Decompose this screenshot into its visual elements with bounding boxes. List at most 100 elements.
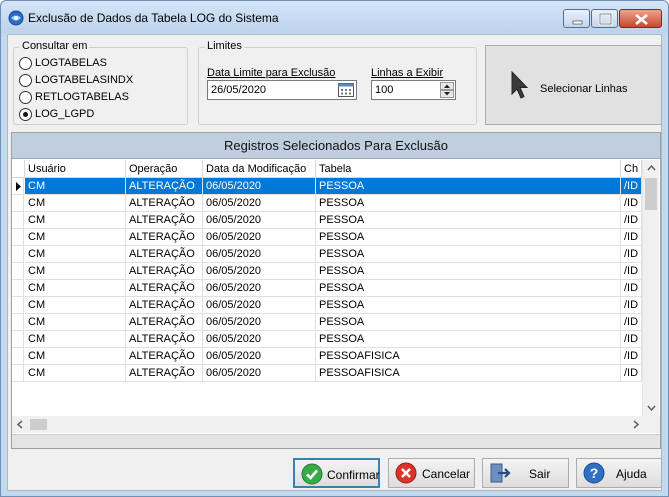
table-cell[interactable]: ALTERAÇÃO (126, 246, 203, 263)
table-cell[interactable]: ALTERAÇÃO (126, 314, 203, 331)
table-cell[interactable]: 06/05/2020 (203, 246, 316, 263)
row-indicator[interactable] (12, 212, 24, 229)
row-indicator[interactable] (12, 195, 24, 212)
radio-circle[interactable] (19, 91, 32, 104)
table-cell[interactable]: ALTERAÇÃO (126, 297, 203, 314)
table-row[interactable]: CM ALTERAÇÃO 06/05/2020 PESSOA/ID (12, 229, 642, 246)
table-cell[interactable]: PESSOAFISICA (316, 348, 621, 365)
table-cell[interactable]: CM (25, 263, 126, 280)
vertical-scrollbar[interactable] (642, 160, 659, 416)
row-indicator[interactable] (12, 263, 24, 280)
table-row[interactable]: CM ALTERAÇÃO 06/05/2020 PESSOA/ID (12, 212, 642, 229)
row-indicator[interactable] (12, 229, 24, 246)
table-cell[interactable]: /ID (621, 178, 642, 195)
scroll-left-icon[interactable] (12, 416, 29, 433)
column-header-operacao[interactable]: Operação (126, 160, 203, 178)
table-cell[interactable]: /ID (621, 314, 642, 331)
cancel-button[interactable]: Cancelar (388, 458, 475, 488)
horizontal-scrollbar[interactable] (12, 416, 660, 433)
table-cell[interactable]: ALTERAÇÃO (126, 212, 203, 229)
radio-circle-checked[interactable] (19, 108, 32, 121)
table-row[interactable]: CM ALTERAÇÃO 06/05/2020 PESSOAFISICA/ID (12, 365, 642, 382)
table-cell[interactable]: ALTERAÇÃO (126, 348, 203, 365)
table-cell[interactable]: /ID (621, 212, 642, 229)
row-indicator[interactable] (12, 178, 24, 195)
confirm-button[interactable]: Confirmar (293, 458, 380, 488)
table-row[interactable]: CM ALTERAÇÃO 06/05/2020 PESSOA/ID (12, 246, 642, 263)
table-cell[interactable]: /ID (621, 229, 642, 246)
minimize-button[interactable] (563, 9, 590, 28)
table-cell[interactable]: CM (25, 297, 126, 314)
table-cell[interactable]: PESSOA (316, 229, 621, 246)
table-row[interactable]: CM ALTERAÇÃO 06/05/2020 PESSOA/ID (12, 195, 642, 212)
column-header-data-modificacao[interactable]: Data da Modificação (203, 160, 316, 178)
spinner-icon[interactable] (440, 82, 454, 98)
table-cell[interactable]: PESSOA (316, 246, 621, 263)
table-cell[interactable]: 06/05/2020 (203, 348, 316, 365)
column-header-ch[interactable]: Ch (621, 160, 642, 178)
table-cell[interactable]: /ID (621, 365, 642, 382)
row-indicator[interactable] (12, 365, 24, 382)
radio-circle[interactable] (19, 57, 32, 70)
table-cell[interactable]: PESSOA (316, 314, 621, 331)
table-cell[interactable]: ALTERAÇÃO (126, 178, 203, 195)
table-cell[interactable]: PESSOA (316, 212, 621, 229)
horizontal-scroll-thumb[interactable] (30, 419, 47, 430)
table-cell[interactable]: PESSOA (316, 280, 621, 297)
table-cell[interactable]: 06/05/2020 (203, 280, 316, 297)
column-header-usuario[interactable]: Usuário (25, 160, 126, 178)
calendar-icon[interactable] (338, 83, 354, 97)
vertical-scroll-thumb[interactable] (645, 178, 657, 210)
row-indicator[interactable] (12, 280, 24, 297)
table-cell[interactable]: 06/05/2020 (203, 314, 316, 331)
table-cell[interactable]: CM (25, 229, 126, 246)
table-cell[interactable]: ALTERAÇÃO (126, 263, 203, 280)
table-cell[interactable]: PESSOAFISICA (316, 365, 621, 382)
table-cell[interactable]: PESSOA (316, 195, 621, 212)
table-cell[interactable]: 06/05/2020 (203, 263, 316, 280)
help-button[interactable]: ? Ajuda (576, 458, 662, 488)
scroll-right-icon[interactable] (627, 416, 644, 433)
table-cell[interactable]: CM (25, 195, 126, 212)
table-cell[interactable]: /ID (621, 263, 642, 280)
table-cell[interactable]: CM (25, 178, 126, 195)
table-row[interactable]: CM ALTERAÇÃO 06/05/2020 PESSOA/ID (12, 331, 642, 348)
lines-input[interactable]: 100 (371, 80, 456, 100)
table-cell[interactable]: ALTERAÇÃO (126, 365, 203, 382)
table-cell[interactable]: CM (25, 365, 126, 382)
row-indicator[interactable] (12, 314, 24, 331)
table-cell[interactable]: ALTERAÇÃO (126, 229, 203, 246)
table-cell[interactable]: PESSOA (316, 297, 621, 314)
table-cell[interactable]: /ID (621, 246, 642, 263)
table-row[interactable]: CM ALTERAÇÃO 06/05/2020 PESSOA/ID (12, 280, 642, 297)
table-cell[interactable]: ALTERAÇÃO (126, 331, 203, 348)
table-cell[interactable]: CM (25, 331, 126, 348)
table-cell[interactable]: /ID (621, 280, 642, 297)
table-cell[interactable]: 06/05/2020 (203, 212, 316, 229)
table-cell[interactable]: CM (25, 246, 126, 263)
table-cell[interactable]: /ID (621, 297, 642, 314)
exit-button[interactable]: Sair (482, 458, 569, 488)
table-cell[interactable]: CM (25, 314, 126, 331)
close-button[interactable] (619, 9, 662, 28)
row-indicator[interactable] (12, 297, 24, 314)
radio-circle[interactable] (19, 74, 32, 87)
records-grid[interactable]: Usuário Operação Data da Modificação Tab… (12, 160, 660, 416)
row-indicator[interactable] (12, 331, 24, 348)
table-row[interactable]: CM ALTERAÇÃO 06/05/2020 PESSOA/ID (12, 297, 642, 314)
date-limit-input[interactable]: 26/05/2020 (207, 80, 357, 100)
scroll-down-icon[interactable] (643, 399, 660, 416)
table-cell[interactable]: CM (25, 280, 126, 297)
table-cell[interactable]: CM (25, 348, 126, 365)
table-cell[interactable]: 06/05/2020 (203, 178, 316, 195)
scroll-up-icon[interactable] (643, 160, 660, 177)
table-cell[interactable]: ALTERAÇÃO (126, 195, 203, 212)
row-indicator[interactable] (12, 246, 24, 263)
column-header-tabela[interactable]: Tabela (316, 160, 621, 178)
title-bar[interactable]: Exclusão de Dados da Tabela LOG do Siste… (1, 1, 668, 33)
table-cell[interactable]: PESSOA (316, 331, 621, 348)
table-cell[interactable]: 06/05/2020 (203, 195, 316, 212)
table-row[interactable]: CM ALTERAÇÃO 06/05/2020 PESSOA/ID (12, 263, 642, 280)
table-cell[interactable]: 06/05/2020 (203, 365, 316, 382)
table-cell[interactable]: PESSOA (316, 263, 621, 280)
